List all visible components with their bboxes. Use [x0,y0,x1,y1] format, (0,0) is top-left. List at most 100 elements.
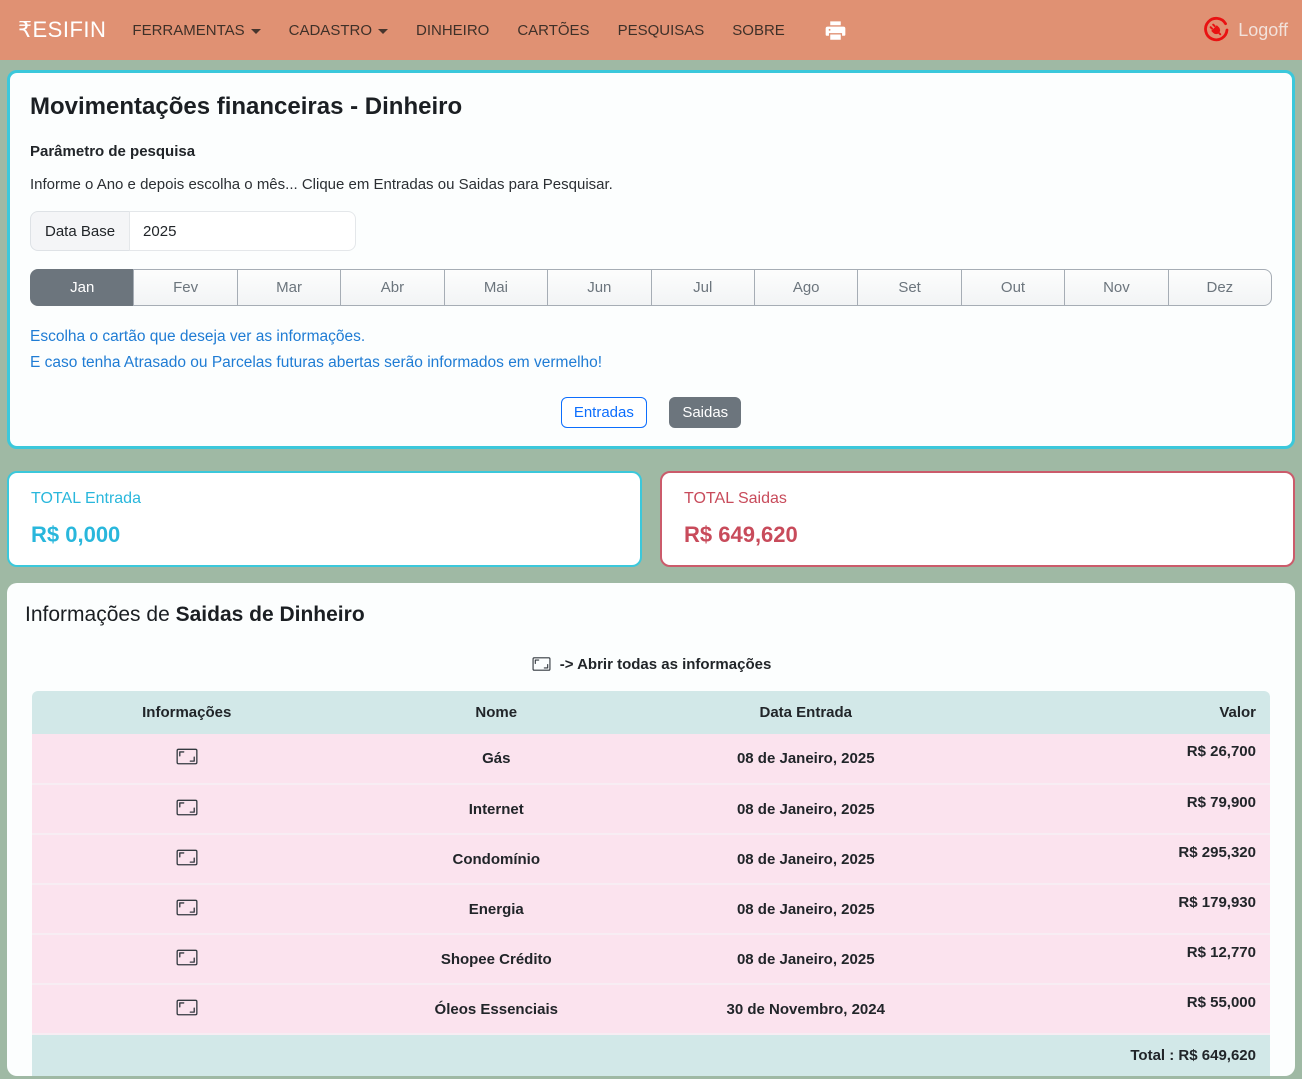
row-data-entrada: 08 de Janeiro, 2025 [651,834,961,884]
row-valor: R$ 79,900 [961,784,1271,834]
table-total-label: Total : [1130,1047,1174,1064]
action-row: Entradas Saidas [30,397,1272,428]
row-valor: R$ 26,700 [961,734,1271,784]
row-data-entrada: 08 de Janeiro, 2025 [651,884,961,934]
month-tab-mai[interactable]: Mai [444,269,548,306]
month-tab-jan[interactable]: Jan [30,269,134,306]
total-saidas-label: TOTAL Saidas [684,490,1271,508]
movements-table: Informações Nome Data Entrada Valor Gás0… [32,691,1270,1076]
data-base-label: Data Base [30,211,129,251]
row-valor: R$ 295,320 [961,834,1271,884]
table-footer-row: Total : R$ 649,620 [32,1034,1270,1076]
details-heading: Informações de Saidas de Dinheiro [25,603,1277,627]
note-line-1: Escolha o cartão que deseja ver as infor… [30,324,1272,350]
month-tab-ago[interactable]: Ago [754,269,858,306]
note-line-2: E caso tenha Atrasado ou Parcelas futura… [30,350,1272,376]
details-panel: Informações de Saidas de Dinheiro -> Abr… [7,583,1295,1076]
nav-item-dinheiro[interactable]: DINHEIRO [416,22,489,39]
month-tab-jun[interactable]: Jun [547,269,651,306]
row-data-entrada: 08 de Janeiro, 2025 [651,784,961,834]
nav-item-label: CADASTRO [289,22,372,39]
open-all-button[interactable]: -> Abrir todas as informações [25,655,1277,673]
header-data-entrada: Data Entrada [651,691,961,734]
table-row: Energia08 de Janeiro, 2025R$ 179,930 [32,884,1270,934]
chevron-down-icon [378,29,388,34]
nav-item-pesquisas[interactable]: PESQUISAS [618,22,705,39]
brand-logo[interactable]: ₹ESIFIN [18,17,106,43]
nav-item-label: PESQUISAS [618,22,705,39]
header-nome: Nome [342,691,652,734]
total-saidas-value: R$ 649,620 [684,522,1271,548]
month-tab-nov[interactable]: Nov [1064,269,1168,306]
expand-icon [175,947,199,968]
table-row: Óleos Essenciais30 de Novembro, 2024R$ 5… [32,984,1270,1034]
month-tab-out[interactable]: Out [961,269,1065,306]
row-data-entrada: 30 de Novembro, 2024 [651,984,961,1034]
month-tab-abr[interactable]: Abr [340,269,444,306]
logoff-button[interactable]: Logoff [1202,16,1288,44]
nav-item-label: DINHEIRO [416,22,489,39]
row-nome: Óleos Essenciais [342,984,652,1034]
print-button[interactable] [825,20,846,41]
row-expand-button[interactable] [175,797,199,818]
row-valor: R$ 55,000 [961,984,1271,1034]
table-row: Internet08 de Janeiro, 2025R$ 79,900 [32,784,1270,834]
logoff-label: Logoff [1238,20,1288,41]
nav-item-label: CARTÕES [517,22,589,39]
saidas-button[interactable]: Saidas [669,397,741,428]
row-nome: Condomínio [342,834,652,884]
details-heading-prefix: Informações de [25,603,176,626]
table-row: Gás08 de Janeiro, 2025R$ 26,700 [32,734,1270,784]
row-expand-button[interactable] [175,897,199,918]
table-header-row: Informações Nome Data Entrada Valor [32,691,1270,734]
table-total: Total : R$ 649,620 [32,1034,1270,1076]
row-nome: Internet [342,784,652,834]
nav-item-sobre[interactable]: SOBRE [732,22,785,39]
table-total-value: R$ 649,620 [1178,1047,1256,1064]
table-body: Gás08 de Janeiro, 2025R$ 26,700Internet0… [32,734,1270,1034]
total-entrada-card: TOTAL Entrada R$ 0,000 [7,471,642,567]
table-row: Condomínio08 de Janeiro, 2025R$ 295,320 [32,834,1270,884]
nav-item-label: FERRAMENTAS [132,22,244,39]
row-expand-button[interactable] [175,847,199,868]
row-data-entrada: 08 de Janeiro, 2025 [651,734,961,784]
search-instruction: Informe o Ano e depois escolha o mês... … [30,176,1272,193]
row-expand-button[interactable] [175,947,199,968]
month-tab-set[interactable]: Set [857,269,961,306]
data-base-input[interactable] [129,211,356,251]
table-row: Shopee Crédito08 de Janeiro, 2025R$ 12,7… [32,934,1270,984]
total-saidas-card: TOTAL Saidas R$ 649,620 [660,471,1295,567]
open-all-label: -> Abrir todas as informações [560,656,772,673]
nav-item-cadastro[interactable]: CADASTRO [289,22,388,39]
expand-icon [175,847,199,868]
nav-item-ferramentas[interactable]: FERRAMENTAS [132,22,260,39]
month-tab-dez[interactable]: Dez [1168,269,1272,306]
expand-icon [175,997,199,1018]
printer-icon [825,20,846,41]
month-tabs: Jan Fev Mar Abr Mai Jun Jul Ago Set Out … [30,269,1272,306]
month-tab-jul[interactable]: Jul [651,269,755,306]
page-title: Movimentações financeiras - Dinheiro [30,93,1272,121]
month-tab-fev[interactable]: Fev [133,269,237,306]
entradas-button[interactable]: Entradas [561,397,647,428]
expand-icon [175,746,199,767]
power-plug-icon [1202,16,1230,44]
totals-row: TOTAL Entrada R$ 0,000 TOTAL Saidas R$ 6… [7,471,1295,567]
total-entrada-value: R$ 0,000 [31,522,618,548]
navbar: ₹ESIFIN FERRAMENTAS CADASTRO DINHEIRO CA… [0,0,1302,60]
row-nome: Gás [342,734,652,784]
nav-item-label: SOBRE [732,22,785,39]
row-valor: R$ 179,930 [961,884,1271,934]
row-nome: Energia [342,884,652,934]
row-expand-button[interactable] [175,997,199,1018]
search-panel: Movimentações financeiras - Dinheiro Par… [7,70,1295,449]
nav-item-cartoes[interactable]: CARTÕES [517,22,589,39]
nav-menu: FERRAMENTAS CADASTRO DINHEIRO CARTÕES PE… [132,20,845,41]
details-heading-bold: Saidas de Dinheiro [176,603,365,626]
row-expand-button[interactable] [175,746,199,767]
header-valor: Valor [961,691,1271,734]
expand-icon [175,897,199,918]
chevron-down-icon [251,29,261,34]
month-tab-mar[interactable]: Mar [237,269,341,306]
expand-icon [531,655,552,673]
